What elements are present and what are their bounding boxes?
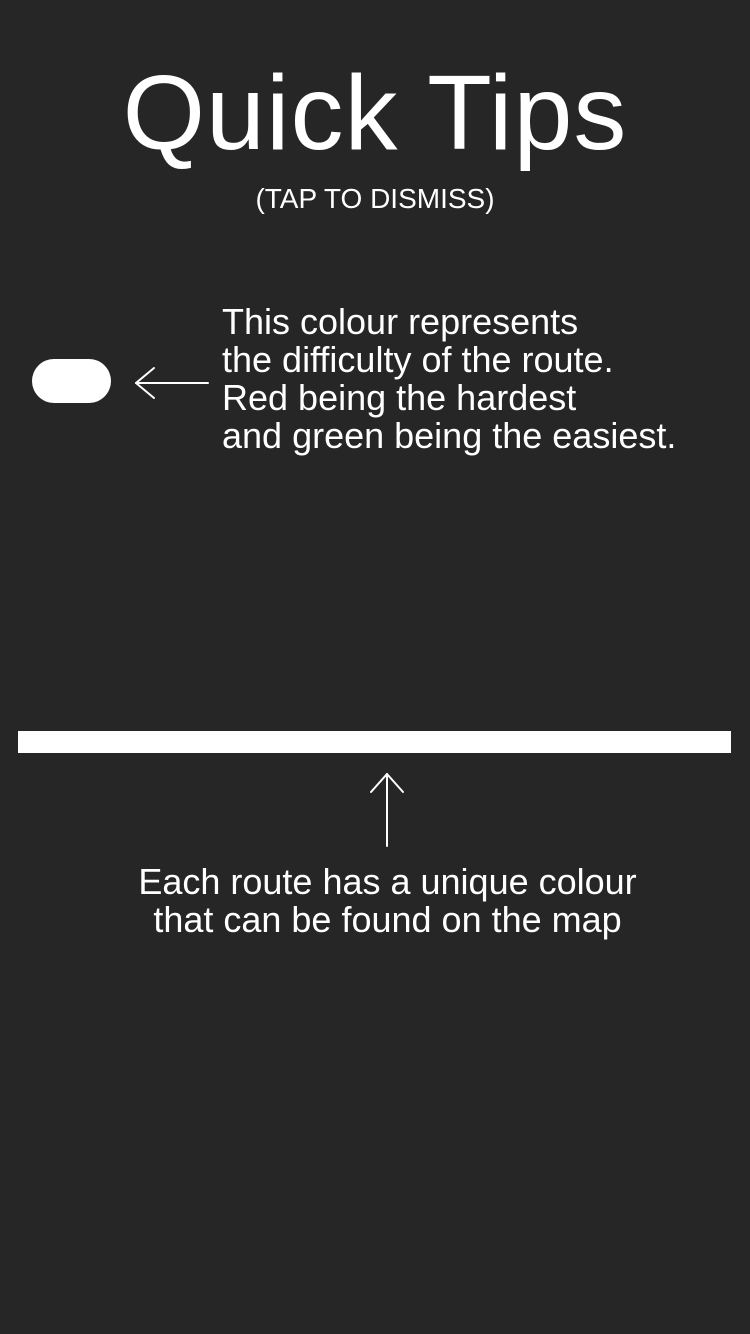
route-tip-line: Each route has a unique colour [138,861,637,902]
difficulty-indicator-sample [32,359,111,403]
quick-tips-overlay[interactable]: Quick Tips (TAP TO DISMISS) This colour … [0,0,750,1334]
route-tip-text: Each route has a unique colour that can … [0,863,750,939]
route-colour-bar-sample [18,731,731,753]
arrow-left-icon [135,367,209,399]
page-title: Quick Tips [122,54,628,172]
difficulty-tip-line: the difficulty of the route. [222,339,614,380]
arrow-up-icon [370,773,404,847]
difficulty-tip-line: and green being the easiest. [222,415,677,456]
difficulty-tip-text: This colour represents the difficulty of… [222,303,742,455]
difficulty-tip-line: This colour represents [222,301,579,342]
dismiss-hint: (TAP TO DISMISS) [255,183,495,214]
route-tip-line: that can be found on the map [153,899,622,940]
difficulty-tip-line: Red being the hardest [222,377,577,418]
